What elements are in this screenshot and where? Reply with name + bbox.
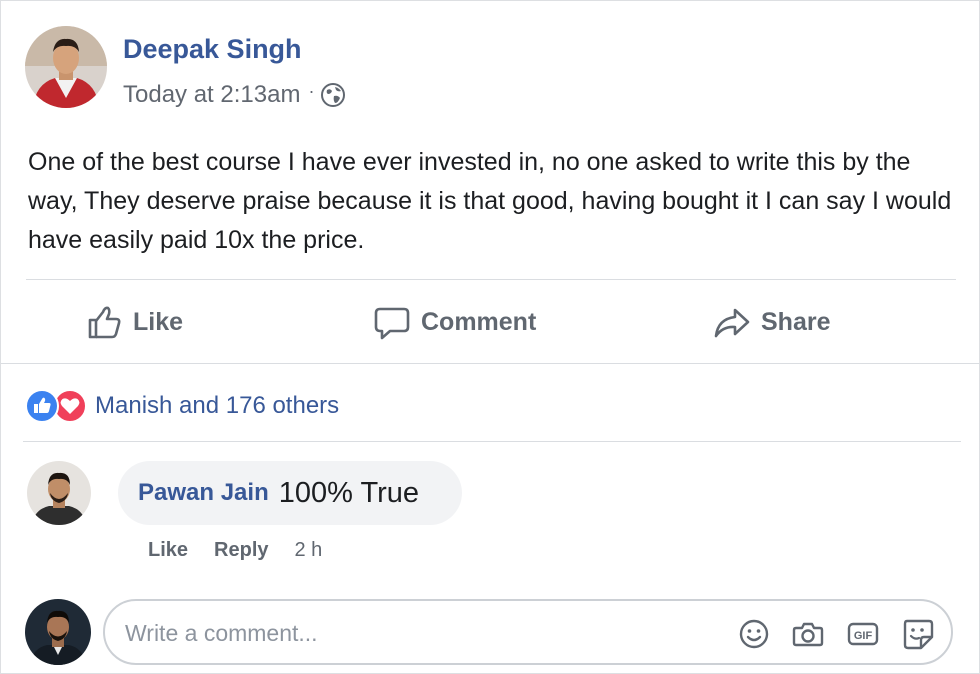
svg-text:GIF: GIF bbox=[854, 630, 873, 642]
smiley-icon[interactable] bbox=[737, 617, 771, 651]
comment-bubble: Pawan Jain 100% True bbox=[118, 461, 462, 525]
post-body-text: One of the best course I have ever inves… bbox=[28, 148, 952, 254]
post-meta: Today at 2:13am · bbox=[123, 81, 346, 109]
thumbs-up-icon bbox=[88, 306, 121, 339]
comment-actions: Like Reply 2 h bbox=[148, 539, 322, 562]
share-button-label: Share bbox=[761, 307, 831, 336]
share-arrow-icon bbox=[714, 308, 750, 338]
comment-like-link[interactable]: Like bbox=[148, 539, 188, 562]
like-reaction-icon bbox=[25, 389, 59, 423]
globe-icon[interactable] bbox=[320, 82, 346, 108]
divider bbox=[26, 279, 956, 280]
share-button[interactable]: Share bbox=[713, 303, 830, 341]
comment-time[interactable]: 2 h bbox=[295, 539, 323, 562]
divider bbox=[1, 363, 980, 364]
gif-icon[interactable]: GIF bbox=[846, 617, 880, 651]
author-avatar[interactable] bbox=[25, 26, 107, 108]
sticker-icon[interactable] bbox=[901, 617, 935, 651]
like-button[interactable]: Like bbox=[85, 303, 183, 341]
comment-composer: GIF bbox=[103, 599, 953, 665]
reactions-summary[interactable]: Manish and 176 others bbox=[25, 389, 339, 423]
camera-icon[interactable] bbox=[791, 617, 825, 651]
comment-input[interactable] bbox=[125, 615, 715, 651]
commenter-avatar[interactable] bbox=[27, 461, 91, 525]
comment-reply-link[interactable]: Reply bbox=[214, 539, 268, 562]
post-timestamp[interactable]: Today at 2:13am bbox=[123, 81, 300, 109]
post-author-name[interactable]: Deepak Singh bbox=[123, 34, 302, 65]
reaction-icons bbox=[25, 389, 89, 423]
comment-button-label: Comment bbox=[421, 307, 537, 336]
comment-author-name[interactable]: Pawan Jain bbox=[138, 479, 269, 507]
post-card: Deepak Singh Today at 2:13am · One of th… bbox=[0, 0, 980, 674]
meta-separator: · bbox=[308, 80, 315, 101]
like-button-label: Like bbox=[133, 307, 184, 336]
divider bbox=[23, 441, 961, 442]
comment-text: 100% True bbox=[278, 476, 419, 509]
reactions-summary-text: Manish and 176 others bbox=[95, 392, 340, 419]
comment-button[interactable]: Comment bbox=[373, 303, 536, 341]
speech-bubble-icon bbox=[374, 307, 410, 340]
current-user-avatar[interactable] bbox=[25, 599, 91, 665]
